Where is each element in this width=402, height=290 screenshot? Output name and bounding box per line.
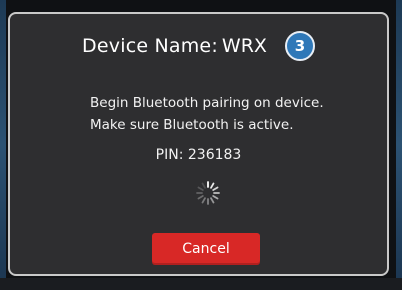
background-edge-left bbox=[0, 0, 6, 290]
instruction-line-1: Begin Bluetooth pairing on device. bbox=[90, 95, 324, 111]
pairing-instructions: Begin Bluetooth pairing on device. Make … bbox=[90, 92, 324, 136]
bluetooth-pairing-dialog: Device Name: WRX 3 Begin Bluetooth pairi… bbox=[8, 12, 389, 276]
cancel-button[interactable]: Cancel bbox=[152, 233, 260, 265]
device-name-label: Device Name: bbox=[82, 35, 218, 57]
instruction-line-2: Make sure Bluetooth is active. bbox=[90, 117, 294, 133]
pin-value: 236183 bbox=[187, 147, 242, 163]
loading-spinner-icon bbox=[196, 181, 220, 205]
pairing-screen: Device Name: WRX 3 Begin Bluetooth pairi… bbox=[0, 0, 402, 290]
pin-label: PIN: bbox=[155, 147, 184, 163]
background-edge-bottom bbox=[0, 278, 402, 290]
background-edge-right bbox=[396, 0, 402, 290]
dialog-title: Device Name: WRX 3 bbox=[10, 26, 387, 66]
device-name-value: WRX bbox=[221, 35, 267, 57]
pin-display: PIN: 236183 bbox=[10, 147, 387, 163]
step-number-badge: 3 bbox=[284, 31, 315, 61]
